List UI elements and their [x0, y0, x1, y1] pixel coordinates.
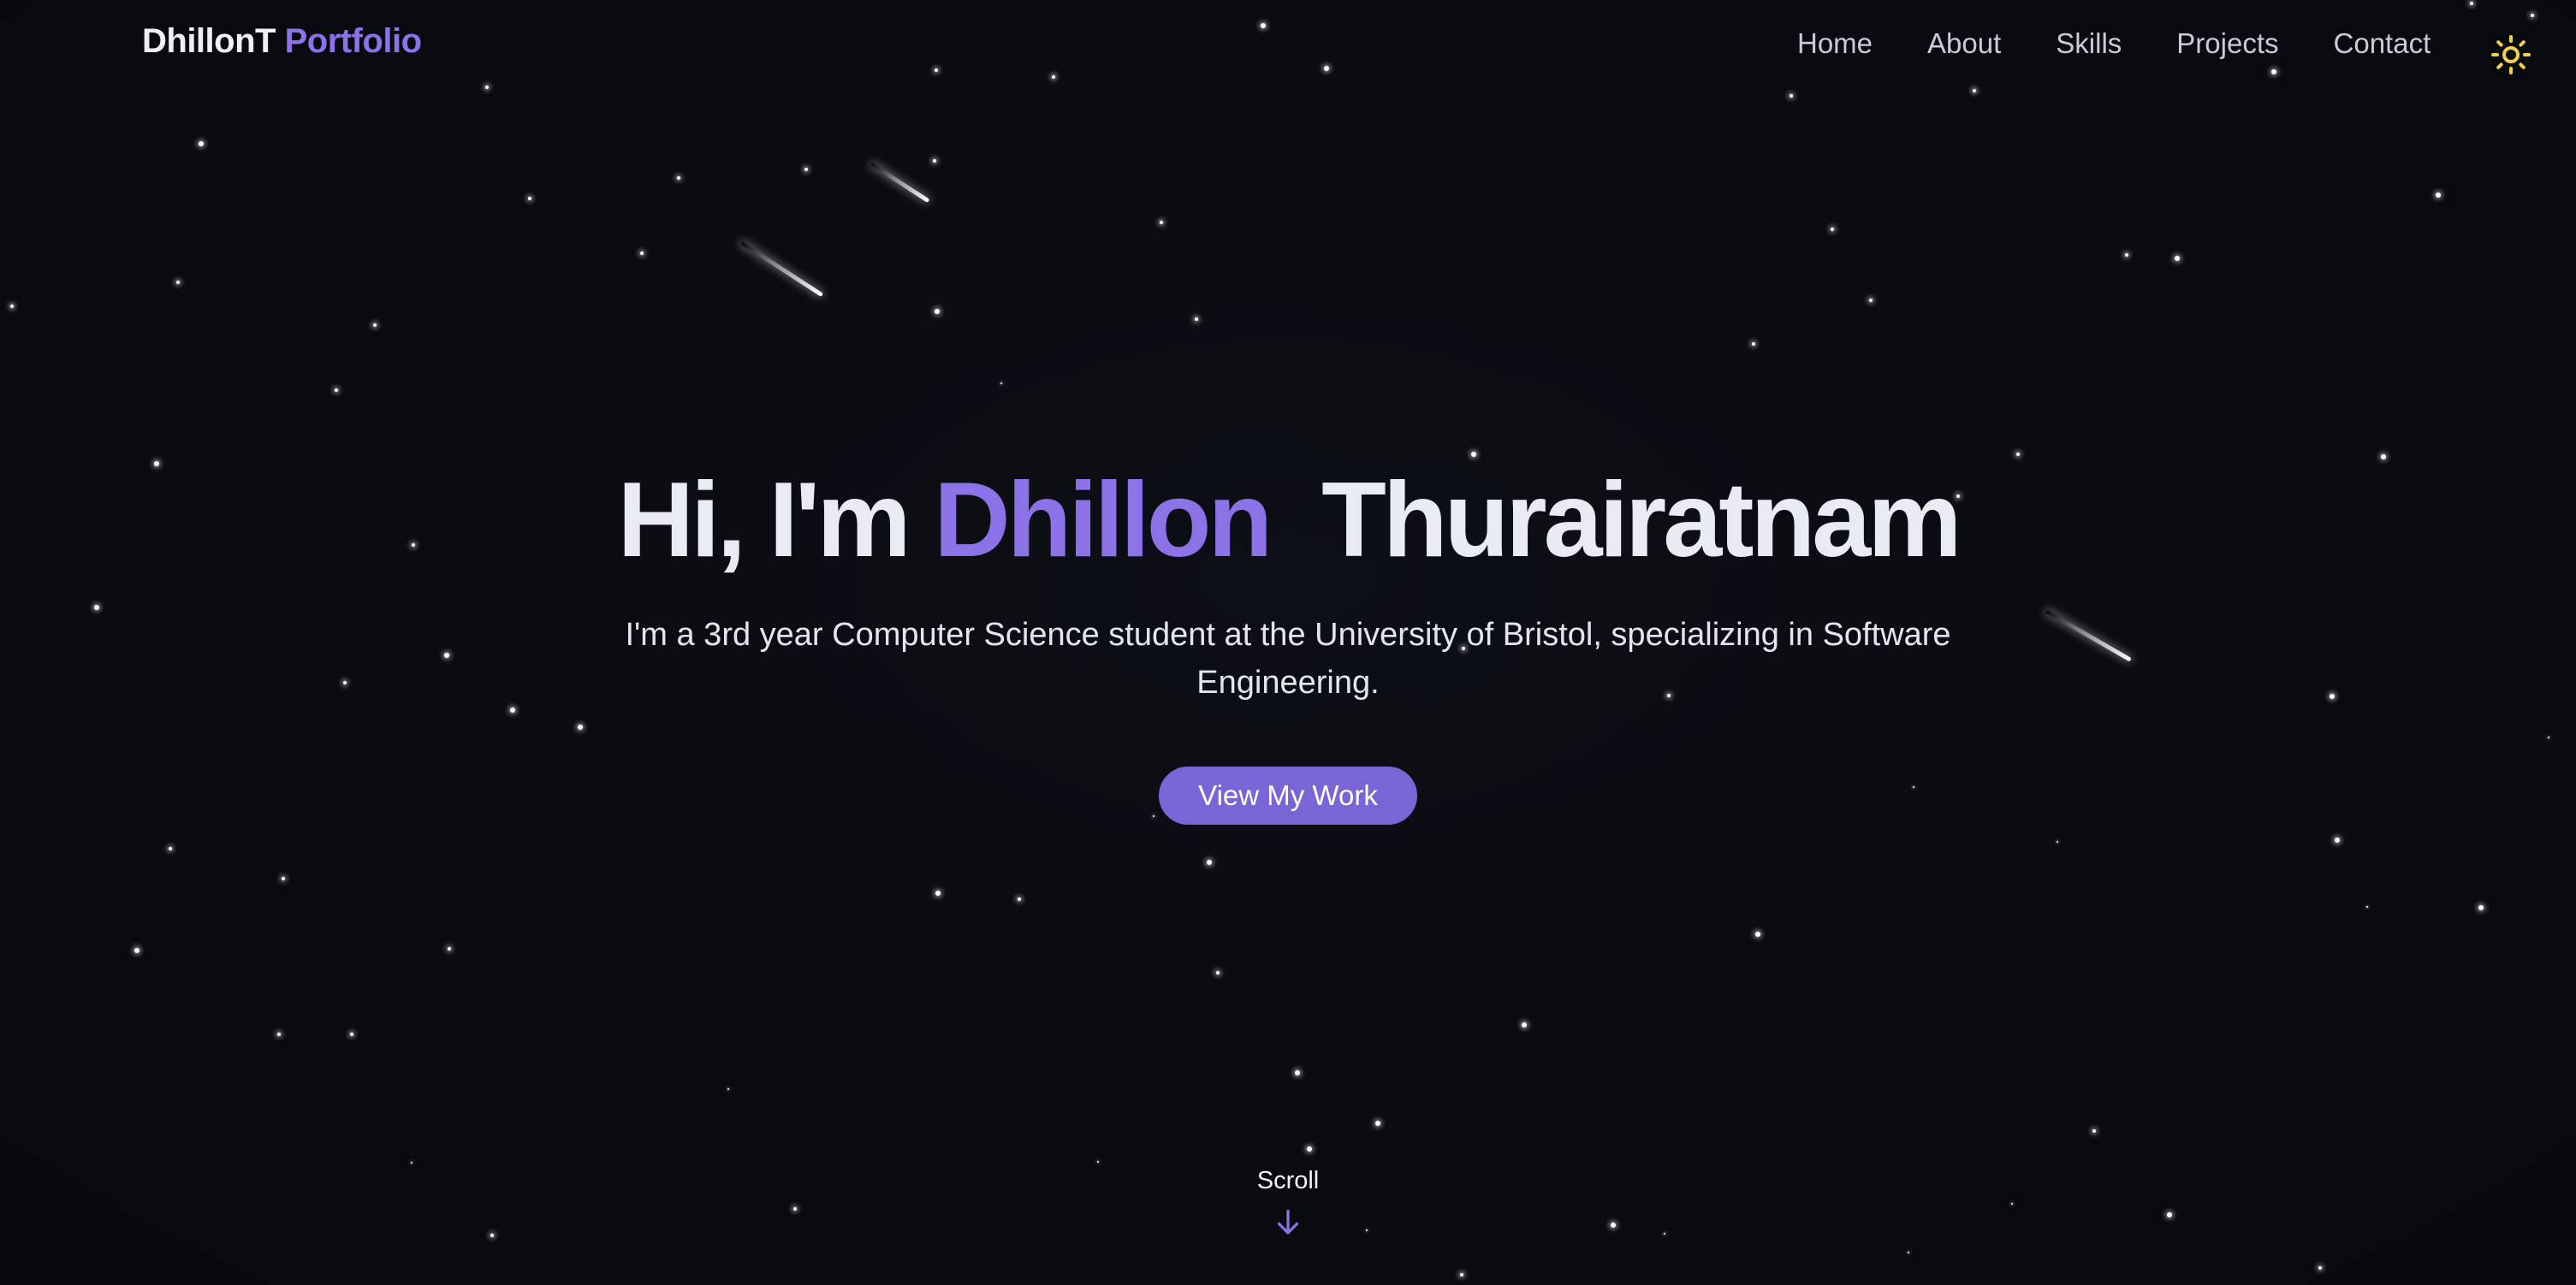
star	[134, 948, 139, 953]
star	[2175, 256, 2180, 261]
hero-title: Hi, I'm Dhillon Thurairatnam	[0, 462, 2576, 578]
nav-link-projects[interactable]: Projects	[2176, 27, 2278, 60]
star	[1018, 897, 1021, 901]
star	[1000, 382, 1002, 384]
star	[10, 305, 14, 308]
star	[2167, 1212, 2172, 1217]
page: DhillonT Portfolio Home About Skills Pro…	[0, 0, 2576, 1285]
star	[2318, 1266, 2322, 1270]
star	[277, 1033, 281, 1036]
shooting-star	[739, 240, 824, 298]
star	[1869, 299, 1873, 302]
star	[727, 1088, 729, 1090]
star	[2125, 253, 2128, 257]
nav-link-about[interactable]: About	[1927, 27, 2001, 60]
view-my-work-button[interactable]: View My Work	[1159, 767, 1417, 826]
nav-link-skills[interactable]: Skills	[2056, 27, 2122, 60]
star	[2092, 1129, 2096, 1133]
star	[490, 1234, 494, 1237]
shooting-star	[870, 162, 930, 204]
star	[199, 141, 204, 146]
star	[176, 281, 180, 284]
hero-greeting: Hi, I'm	[617, 461, 911, 579]
nav-link-contact[interactable]: Contact	[2334, 27, 2431, 60]
logo-name: DhillonT	[142, 22, 276, 60]
scroll-indicator[interactable]: Scroll	[1202, 1167, 1374, 1238]
star	[2011, 1203, 2013, 1205]
star	[2335, 838, 2340, 843]
star	[1471, 452, 1476, 457]
star	[448, 947, 451, 950]
star	[2436, 192, 2441, 198]
hero-section: Hi, I'm Dhillon Thurairatnam I'm a 3rd y…	[0, 462, 2576, 826]
star	[350, 1033, 353, 1036]
star	[2016, 453, 2020, 456]
star	[1207, 860, 1212, 865]
star	[804, 168, 808, 171]
star	[1908, 1252, 1909, 1253]
star	[335, 388, 338, 392]
theme-toggle-button[interactable]	[2490, 34, 2531, 75]
star	[933, 159, 936, 163]
hero-name-first: Dhillon	[934, 461, 1273, 579]
star	[1752, 342, 1755, 346]
star	[1216, 971, 1220, 974]
star	[935, 891, 941, 896]
star	[282, 877, 285, 880]
star	[1307, 1146, 1312, 1152]
star	[1611, 1223, 1616, 1228]
hero-name-last: Thurairatnam	[1321, 461, 1962, 579]
star	[169, 847, 172, 850]
star	[677, 176, 680, 180]
star	[793, 1207, 797, 1211]
star	[2366, 906, 2368, 908]
star	[528, 197, 531, 200]
star	[1097, 1161, 1099, 1163]
sun-icon	[2491, 35, 2531, 74]
star	[373, 323, 377, 327]
star	[1831, 228, 1834, 231]
star	[411, 1162, 413, 1164]
star	[1522, 1022, 1527, 1027]
star	[1664, 1233, 1665, 1235]
star	[2478, 905, 2484, 910]
star	[2057, 841, 2058, 843]
navbar: DhillonT Portfolio Home About Skills Pro…	[0, 0, 2576, 94]
hero-subtitle: I'm a 3rd year Computer Science student …	[625, 617, 1951, 702]
star	[1375, 1121, 1380, 1126]
site-logo[interactable]: DhillonT Portfolio	[142, 22, 422, 61]
nav-link-home[interactable]: Home	[1797, 27, 1873, 60]
nav-links: Home About Skills Projects Contact	[1797, 27, 2431, 60]
star	[1460, 1273, 1463, 1276]
star	[1295, 1070, 1300, 1075]
star	[640, 252, 644, 255]
scroll-label: Scroll	[1256, 1167, 1320, 1194]
star	[935, 309, 940, 314]
arrow-down-icon	[1277, 1209, 1299, 1235]
star	[1755, 932, 1760, 937]
logo-portfolio: Portfolio	[284, 22, 422, 60]
star	[1195, 317, 1198, 321]
star	[1160, 221, 1163, 224]
star	[1790, 94, 1793, 98]
star	[2381, 454, 2386, 459]
